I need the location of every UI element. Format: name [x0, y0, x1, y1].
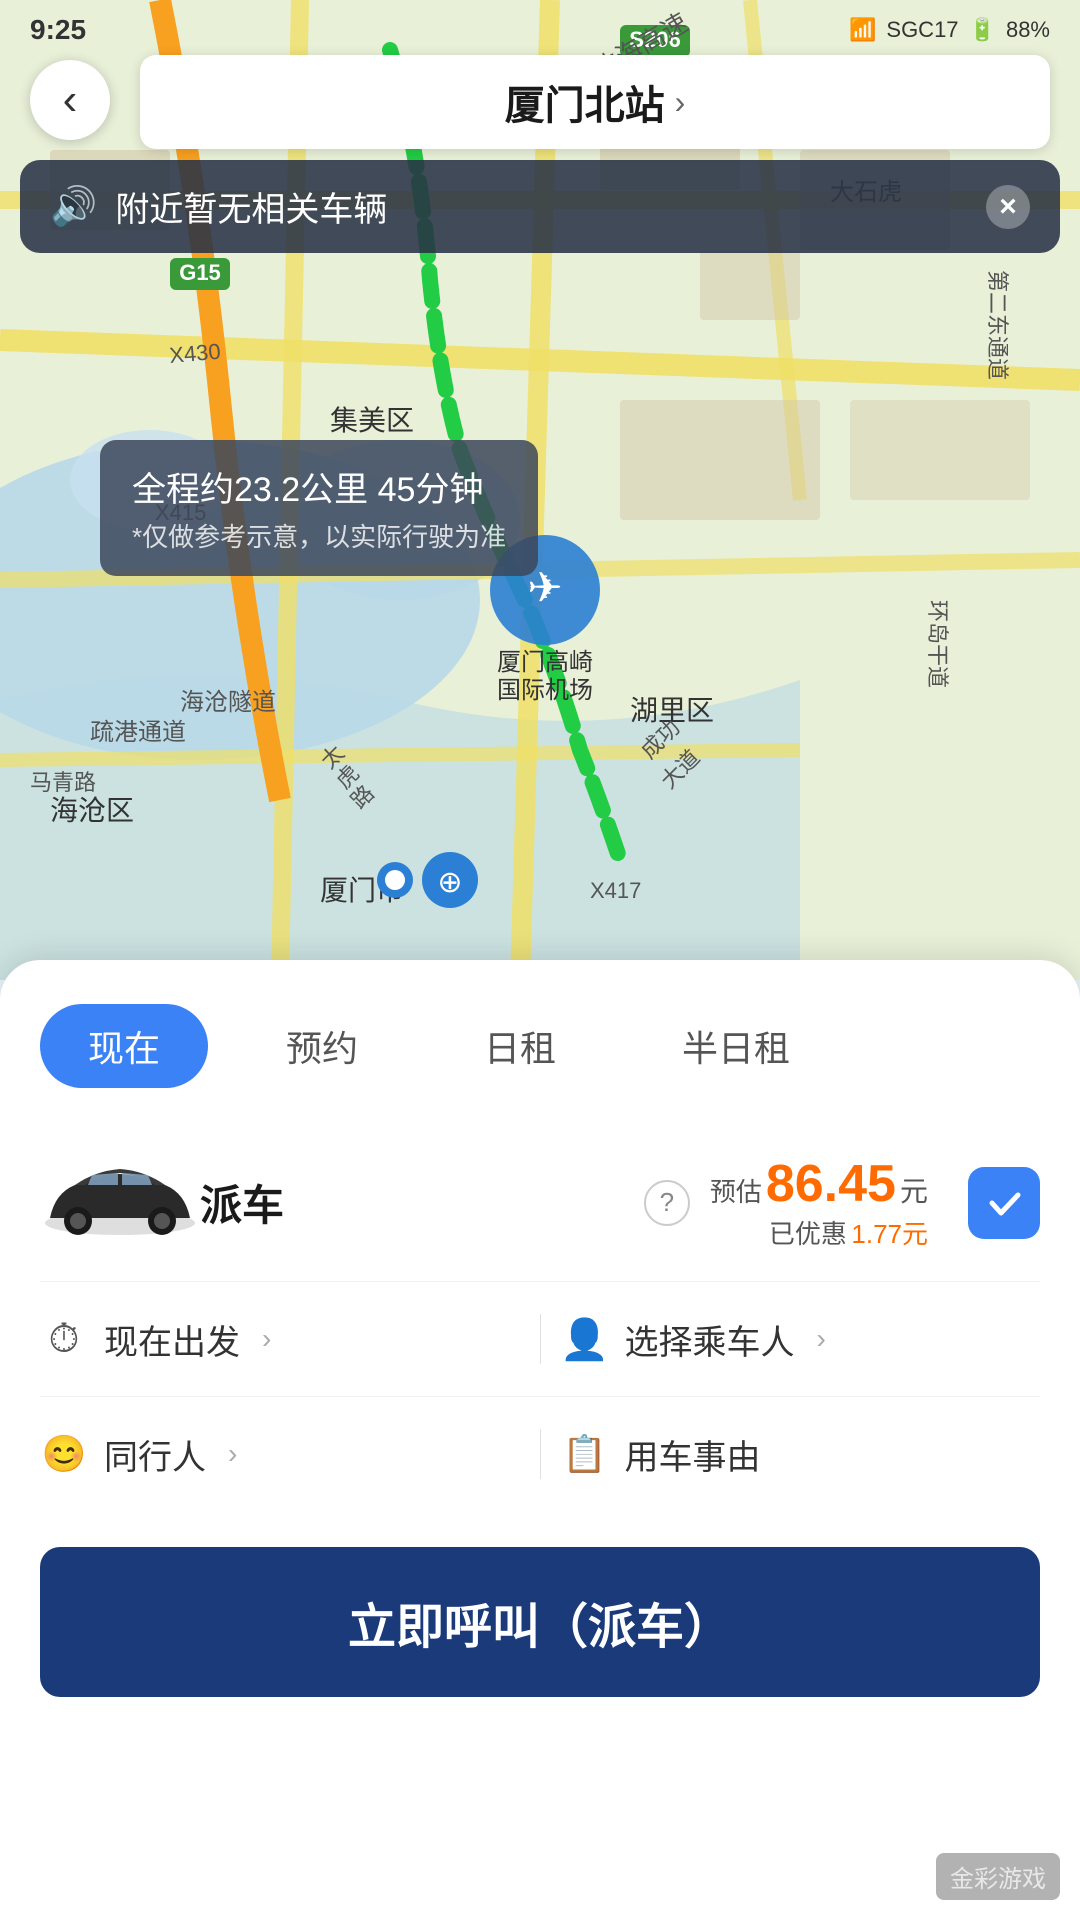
passenger-option[interactable]: 👤 选择乘车人 › — [561, 1315, 1041, 1364]
battery-level: 88% — [1006, 17, 1050, 43]
tab-day-rent-label: 日租 — [484, 1028, 556, 1069]
discount-label: 已优惠 — [769, 1219, 847, 1249]
departure-time-option[interactable]: ⏱ 现在出发 › — [40, 1315, 520, 1364]
person-icon: 👤 — [561, 1315, 609, 1363]
departure-label: 现在出发 — [104, 1315, 240, 1364]
checkmark-icon — [984, 1183, 1024, 1223]
car-option-card[interactable]: 派车 ? 预估 86.45 元 已优惠 1.77元 — [40, 1124, 1040, 1282]
options-row-1: ⏱ 现在出发 › 👤 选择乘车人 › — [40, 1282, 1040, 1397]
service-tabs: 现在 预约 日租 半日租 — [40, 960, 1040, 1124]
options-row-2: 😊 同行人 › 📋 用车事由 — [40, 1397, 1040, 1511]
back-icon: ‹ — [63, 75, 78, 125]
notification-close-button[interactable]: × — [986, 185, 1030, 229]
reason-option[interactable]: 📋 用车事由 — [561, 1430, 1041, 1479]
companion-icon: 😊 — [40, 1430, 88, 1478]
svg-text:海沧区: 海沧区 — [50, 795, 134, 826]
departure-arrow: › — [262, 1323, 271, 1355]
price-info-button[interactable]: ? — [644, 1180, 690, 1226]
bottom-panel: 现在 预约 日租 半日租 派车 ? — [0, 960, 1080, 1920]
companion-label: 同行人 — [104, 1430, 206, 1479]
options-divider-2 — [540, 1429, 541, 1479]
time-display: 9:25 — [30, 14, 86, 46]
status-bar: 9:25 📶 SGC17 🔋 88% — [0, 0, 1080, 60]
svg-text:疏港通道: 疏港通道 — [90, 719, 186, 746]
notification-bar: 🔊 附近暂无相关车辆 × — [20, 160, 1060, 253]
location-header[interactable]: 厦门北站 › — [140, 55, 1050, 149]
passenger-arrow: › — [817, 1323, 826, 1355]
svg-text:集美区: 集美区 — [330, 405, 414, 436]
tab-now-label: 现在 — [88, 1028, 160, 1069]
svg-text:X417: X417 — [590, 878, 641, 903]
svg-text:G15: G15 — [179, 260, 221, 285]
wifi-label: SGC17 — [886, 17, 958, 43]
reason-icon: 📋 — [561, 1430, 609, 1478]
svg-text:X430: X430 — [168, 339, 221, 368]
clock-icon: ⏱ — [40, 1315, 88, 1363]
car-image — [40, 1163, 200, 1243]
svg-text:环岛干道: 环岛干道 — [925, 600, 950, 688]
watermark: 金彩游戏 — [936, 1853, 1060, 1900]
call-button-label: 立即呼叫（派车） — [348, 1601, 732, 1654]
route-disclaimer: *仅做参考示意，以实际行驶为准 — [132, 517, 506, 554]
discount-amount: 1.77元 — [851, 1219, 928, 1249]
tab-half-day-rent-label: 半日租 — [682, 1028, 790, 1069]
svg-text:厦门高崎: 厦门高崎 — [497, 649, 593, 676]
notification-text: 附近暂无相关车辆 — [115, 182, 387, 231]
companion-arrow: › — [228, 1438, 237, 1470]
route-info-tooltip: 全程约23.2公里 45分钟 *仅做参考示意，以实际行驶为准 — [100, 440, 538, 576]
options-divider — [540, 1314, 541, 1364]
svg-text:第二东通道: 第二东通道 — [985, 270, 1010, 380]
companion-option[interactable]: 😊 同行人 › — [40, 1430, 520, 1479]
tab-reservation-label: 预约 — [286, 1028, 358, 1069]
origin-label: 厦门北站 — [505, 73, 665, 131]
signal-icon: 📶 — [849, 17, 876, 43]
select-car-button[interactable] — [968, 1167, 1040, 1239]
watermark-text: 金彩游戏 — [950, 1866, 1046, 1893]
reason-label: 用车事由 — [625, 1430, 761, 1479]
estimate-label: 预估 — [710, 1172, 762, 1209]
price-amount: 86.45 — [766, 1154, 896, 1214]
origin-arrow: › — [675, 84, 686, 121]
price-section: ? 预估 86.45 元 已优惠 1.77元 — [644, 1154, 1040, 1251]
tab-day-rent[interactable]: 日租 — [436, 1004, 604, 1088]
speaker-icon: 🔊 — [50, 185, 97, 229]
tab-reservation[interactable]: 预约 — [238, 1004, 406, 1088]
battery-icon: 🔋 — [969, 17, 996, 43]
svg-text:马青路: 马青路 — [30, 770, 96, 795]
back-button[interactable]: ‹ — [30, 60, 110, 140]
tab-now[interactable]: 现在 — [40, 1004, 208, 1088]
close-icon: × — [999, 190, 1017, 224]
tab-half-day-rent[interactable]: 半日租 — [634, 1004, 838, 1088]
svg-text:⊕: ⊕ — [437, 866, 462, 899]
svg-text:海沧隧道: 海沧隧道 — [180, 689, 276, 716]
svg-text:国际机场: 国际机场 — [497, 677, 593, 704]
car-type-name: 派车 — [200, 1172, 644, 1233]
passenger-label: 选择乘车人 — [625, 1315, 795, 1364]
call-button[interactable]: 立即呼叫（派车） — [40, 1547, 1040, 1697]
route-distance-time: 全程约23.2公里 45分钟 — [132, 462, 506, 511]
price-details: 预估 86.45 元 已优惠 1.77元 — [710, 1154, 928, 1251]
price-unit: 元 — [900, 1170, 928, 1210]
